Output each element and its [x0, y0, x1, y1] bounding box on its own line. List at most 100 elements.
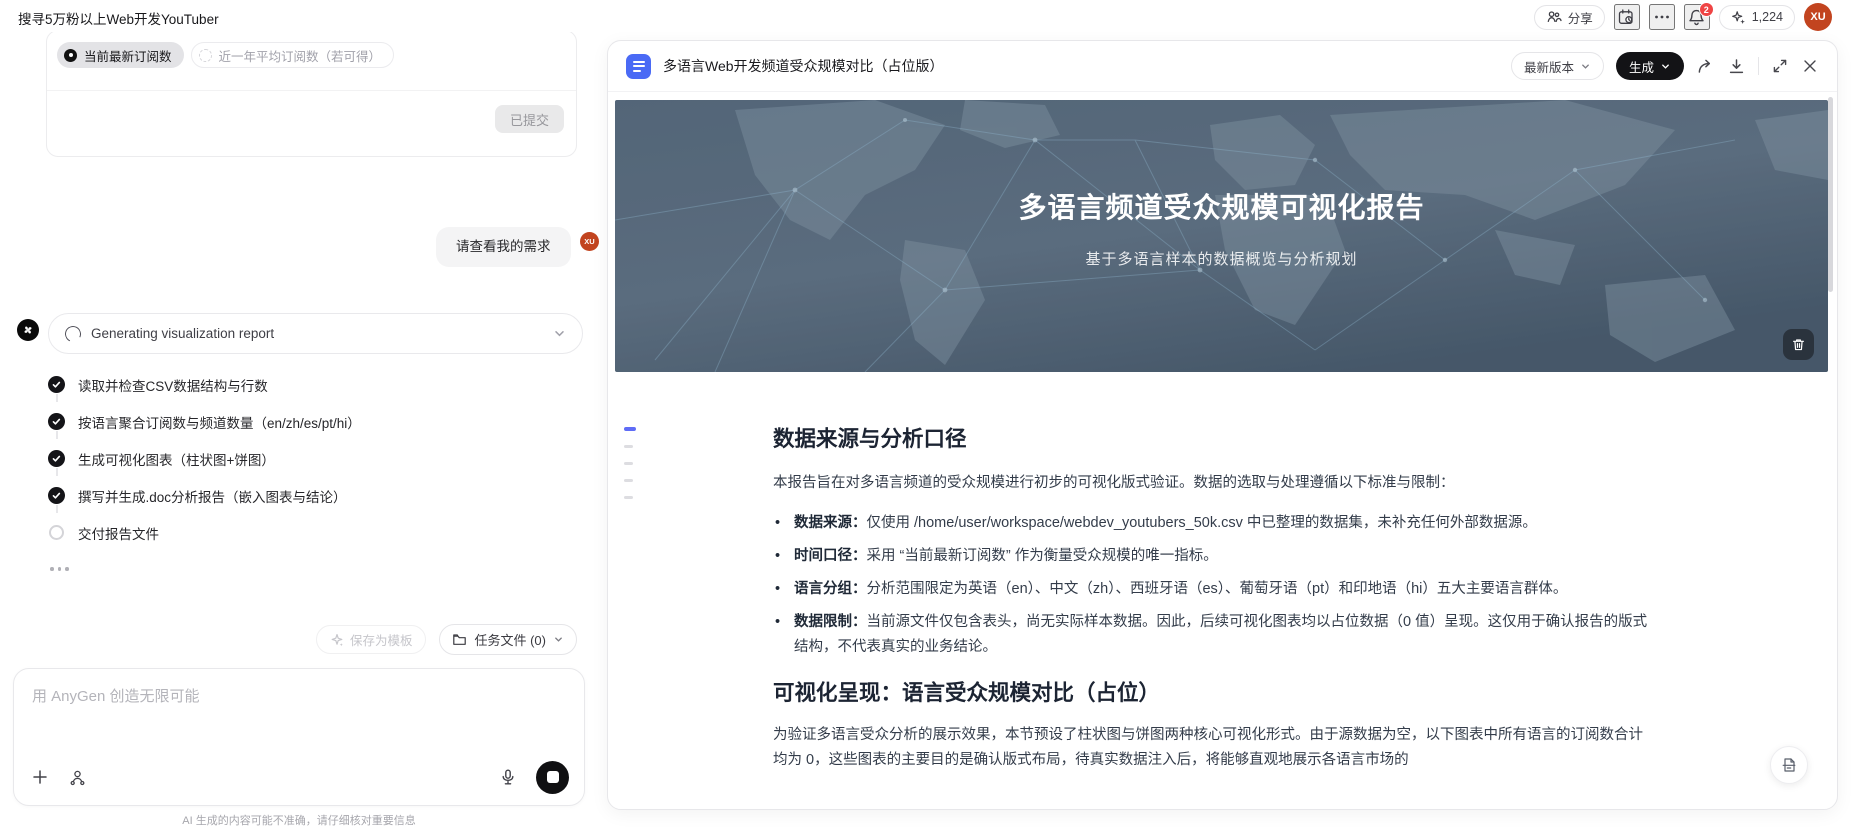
composer-toolbar [31, 760, 569, 794]
stop-icon [546, 771, 559, 783]
task-files-label: 任务文件 (0) [474, 633, 546, 648]
document-outline-nav[interactable] [624, 427, 636, 499]
assistant-avatar [17, 319, 39, 341]
check-circle-icon [48, 450, 65, 467]
scrollbar-thumb[interactable] [1828, 97, 1833, 292]
outline-dash[interactable] [624, 478, 633, 482]
composer [13, 668, 585, 806]
option-label: 当前最新订阅数 [84, 49, 172, 64]
user-message-bubble: 请查看我的需求 [436, 227, 571, 267]
task-files-button[interactable]: 任务文件 (0) [439, 624, 577, 655]
people-icon [1546, 9, 1562, 25]
topbar-actions: 分享 2 1,224 XU [1533, 2, 1832, 31]
section-intro: 本报告旨在对多语言频道的受众规模进行初步的可视化版式验证。数据的选取与处理遵循以… [773, 475, 1455, 491]
world-map-graphic [615, 100, 1828, 372]
metric-options: 当前最新订阅数 近一年平均订阅数（若可得） [57, 42, 395, 68]
generate-button[interactable]: 生成 [1615, 52, 1684, 80]
metric-option-card: 当前最新订阅数 近一年平均订阅数（若可得） 已提交 [46, 30, 577, 157]
close-button[interactable] [1801, 57, 1819, 75]
document-title: 多语言Web开发频道受众规模对比（占位版） [663, 58, 944, 74]
loading-spinner-icon [62, 323, 84, 344]
more-button[interactable] [1648, 4, 1675, 30]
user-avatar[interactable]: XU [1804, 3, 1832, 31]
trash-icon [1791, 337, 1806, 352]
task-label: 读取并检查CSV数据结构与行数 [78, 378, 268, 394]
agent-selector-button[interactable] [68, 768, 87, 787]
document-icon [626, 53, 651, 79]
bullet-item: 数据限制：当前源文件仅包含表头，尚无实际样本数据。因此，后续可视化图表均以占位数… [773, 610, 1653, 660]
download-button[interactable] [1727, 57, 1746, 76]
outline-dash[interactable] [624, 461, 633, 465]
ellipsis-icon [1653, 8, 1671, 26]
submitted-button[interactable]: 已提交 [494, 105, 564, 133]
task-label: 撰写并生成.doc分析报告（嵌入图表与结论） [78, 489, 347, 505]
bullet-text: 当前源文件仅包含表头，尚无实际样本数据。因此，后续可视化图表均以占位数据（0 值… [794, 614, 1648, 655]
task-item[interactable]: 撰写并生成.doc分析报告（嵌入图表与结论） [48, 477, 578, 514]
add-attachment-button[interactable] [31, 768, 49, 786]
schedule-button[interactable] [1613, 4, 1640, 30]
ai-disclaimer: AI 生成的内容可能不准确，请仔细核对重要信息 [182, 815, 416, 827]
section-heading: 数据来源与分析口径 [773, 427, 967, 451]
hero-banner: 多语言频道受众规模可视化报告 基于多语言样本的数据概览与分析规划 [615, 100, 1828, 372]
report-subtitle: 基于多语言样本的数据概览与分析规划 [1085, 251, 1358, 268]
divider [1758, 57, 1759, 75]
section-heading: 可视化呈现：语言受众规模对比（占位） [773, 681, 1161, 705]
export-button[interactable] [1696, 57, 1715, 76]
option-label: 近一年平均订阅数（若可得） [218, 49, 382, 64]
bullet-item: 数据来源：仅使用 /home/user/workspace/webdev_you… [773, 511, 1653, 536]
outline-dash-active[interactable] [624, 427, 636, 431]
task-item[interactable]: 交付报告文件 [48, 514, 578, 551]
task-checklist: 读取并检查CSV数据结构与行数 按语言聚合订阅数与频道数量（en/zh/es/p… [48, 366, 578, 551]
pinwheel-logo-icon [21, 323, 35, 337]
chat-toolbar: 保存为模板 任务文件 (0) [0, 624, 577, 655]
bullet-text: 采用 “当前最新订阅数” 作为衡量受众规模的唯一指标。 [866, 548, 1218, 564]
bullet-item: 时间口径：采用 “当前最新订阅数” 作为衡量受众规模的唯一指标。 [773, 544, 1653, 569]
section-intro: 为验证多语言受众分析的展示效果，本节预设了柱状图与饼图两种核心可视化形式。由于源… [773, 727, 1643, 768]
bullet-list: 数据来源：仅使用 /home/user/workspace/webdev_you… [773, 511, 1653, 660]
delete-hero-button[interactable] [1783, 329, 1814, 360]
check-circle-icon [48, 487, 65, 504]
version-label: 最新版本 [1523, 60, 1574, 75]
document-content: 数据来源与分析口径 本报告旨在对多语言频道的受众规模进行初步的可视化版式验证。数… [773, 424, 1653, 788]
bullet-text: 分析范围限定为英语（en）、中文（zh）、西班牙语（es）、葡萄牙语（pt）和印… [866, 581, 1568, 597]
chevron-down-icon [1660, 61, 1671, 72]
check-circle-icon [48, 376, 65, 393]
outline-dash[interactable] [624, 444, 633, 448]
bullet-item: 语言分组：分析范围限定为英语（en）、中文（zh）、西班牙语（es）、葡萄牙语（… [773, 577, 1653, 602]
credits-pill[interactable]: 1,224 [1718, 4, 1795, 30]
task-item[interactable]: 生成可视化图表（柱状图+饼图） [48, 440, 578, 477]
bullet-term: 语言分组： [794, 581, 867, 597]
option-current-subscribers[interactable]: 当前最新订阅数 [57, 42, 184, 68]
chevron-down-icon [553, 327, 566, 340]
agent-status-text: Generating visualization report [91, 326, 275, 341]
task-label: 按语言聚合订阅数与频道数量（en/zh/es/pt/hi） [78, 415, 361, 431]
agent-status-collapsible[interactable]: Generating visualization report [48, 313, 583, 354]
user-message-avatar: XU [580, 232, 599, 251]
divider [47, 90, 576, 91]
task-item[interactable]: 读取并检查CSV数据结构与行数 [48, 366, 578, 403]
bullet-term: 数据限制： [794, 614, 867, 630]
bullet-term: 时间口径： [794, 548, 867, 564]
chat-input[interactable] [26, 679, 572, 749]
top-bar: 搜寻5万粉以上Web开发YouTuber 分享 2 1,224 XU [0, 0, 1852, 32]
document-body[interactable]: 多语言频道受众规模可视化报告 基于多语言样本的数据概览与分析规划 数据来源与分析… [608, 92, 1837, 809]
version-selector[interactable]: 最新版本 [1510, 52, 1604, 80]
chevron-down-icon [553, 634, 564, 645]
document-tools-button[interactable] [1770, 746, 1808, 784]
radio-selected-icon [64, 48, 77, 62]
save-as-template-button[interactable]: 保存为模板 [315, 625, 427, 654]
outline-dash[interactable] [624, 495, 633, 499]
generate-label: 生成 [1628, 60, 1654, 75]
pending-circle-icon [49, 525, 64, 540]
task-item[interactable]: 按语言聚合订阅数与频道数量（en/zh/es/pt/hi） [48, 403, 578, 440]
page-title: 搜寻5万粉以上Web开发YouTuber [18, 12, 219, 27]
share-button[interactable]: 分享 [1533, 4, 1605, 30]
document-header: 多语言Web开发频道受众规模对比（占位版） 最新版本 生成 [608, 41, 1837, 92]
sparkle-icon [330, 633, 344, 647]
stop-generation-button[interactable] [536, 760, 569, 794]
mic-button[interactable] [499, 768, 517, 786]
expand-button[interactable] [1771, 57, 1789, 75]
option-yearly-average[interactable]: 近一年平均订阅数（若可得） [190, 42, 395, 68]
notifications-button[interactable]: 2 [1683, 2, 1714, 30]
document-page-icon [1780, 756, 1798, 774]
